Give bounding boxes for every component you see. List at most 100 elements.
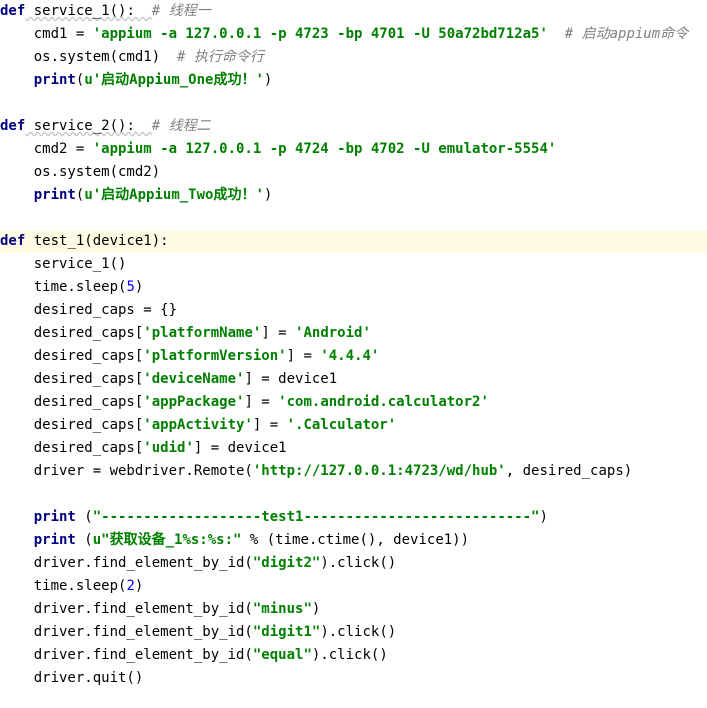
code-token: 'platformVersion' xyxy=(143,348,287,364)
code-line[interactable]: def service_1(): # 线程一 xyxy=(0,0,707,23)
code-token: "digit2" xyxy=(252,555,321,571)
code-token: print xyxy=(33,187,76,203)
code-token: def xyxy=(0,233,26,249)
code-token: time.sleep( xyxy=(0,578,127,594)
code-token: cmd1 = xyxy=(0,26,93,42)
code-token: service_2(): xyxy=(25,118,152,134)
code-token: desired_caps[ xyxy=(0,371,144,387)
code-token: def xyxy=(0,118,26,134)
code-token: print xyxy=(33,532,76,548)
code-line[interactable]: desired_caps['platformVersion'] = '4.4.4… xyxy=(0,345,707,368)
code-token: service_1() xyxy=(0,256,127,272)
code-token: # 执行命令行 xyxy=(177,49,264,65)
code-line[interactable]: print (u"获取设备_1%s:%s:" % (time.ctime(), … xyxy=(0,529,707,552)
code-editor[interactable]: def service_1(): # 线程一 cmd1 = 'appium -a… xyxy=(0,0,707,708)
code-token: 'http://127.0.0.1:4723/wd/hub' xyxy=(252,463,506,479)
code-token: ] = xyxy=(286,348,321,364)
code-token: driver.find_element_by_id( xyxy=(0,555,253,571)
code-line[interactable]: print ("-------------------test1--------… xyxy=(0,506,707,529)
code-line[interactable] xyxy=(0,92,707,115)
code-token: ) xyxy=(134,578,144,594)
code-line[interactable]: print(u'启动Appium_Two成功！') xyxy=(0,184,707,207)
code-token: "-------------------test1---------------… xyxy=(92,509,540,525)
code-token: ).click() xyxy=(320,624,397,640)
code-token: "digit1" xyxy=(252,624,321,640)
code-line[interactable]: time.sleep(2) xyxy=(0,575,707,598)
code-token: driver.find_element_by_id( xyxy=(0,647,253,663)
code-line[interactable]: driver = webdriver.Remote('http://127.0.… xyxy=(0,460,707,483)
code-token: desired_caps[ xyxy=(0,440,144,456)
code-line[interactable]: driver.find_element_by_id("equal").click… xyxy=(0,644,707,667)
code-token: ) xyxy=(263,187,273,203)
code-token: "minus" xyxy=(252,601,312,617)
code-token: '.Calculator' xyxy=(286,417,397,433)
code-token: 'appActivity' xyxy=(143,417,253,433)
code-token: 'platformName' xyxy=(143,325,262,341)
code-line[interactable]: os.system(cmd1) # 执行命令行 xyxy=(0,46,707,69)
code-token: ) xyxy=(311,601,321,617)
code-line[interactable]: desired_caps['udid'] = device1 xyxy=(0,437,707,460)
code-line[interactable]: cmd2 = 'appium -a 127.0.0.1 -p 4724 -bp … xyxy=(0,138,707,161)
code-token: u"获取设备_1%s:%s:" xyxy=(92,532,242,548)
code-token: ( xyxy=(75,532,93,548)
code-token: u'启动Appium_Two成功！' xyxy=(84,187,264,203)
code-token: ] = xyxy=(244,394,279,410)
code-token: print xyxy=(33,72,76,88)
code-token: 2 xyxy=(126,578,135,594)
code-line[interactable]: desired_caps['deviceName'] = device1 xyxy=(0,368,707,391)
code-token: % (time.ctime(), device1)) xyxy=(241,532,470,548)
code-line[interactable]: driver.find_element_by_id("minus") xyxy=(0,598,707,621)
code-token: driver = webdriver.Remote( xyxy=(0,463,253,479)
code-token: cmd2 = xyxy=(0,141,93,157)
code-line[interactable]: driver.find_element_by_id("digit2").clic… xyxy=(0,552,707,575)
code-token: ) xyxy=(539,509,548,525)
code-token: 'udid' xyxy=(143,440,194,456)
code-line[interactable]: time.sleep(5) xyxy=(0,276,707,299)
code-token: 5 xyxy=(126,279,135,295)
code-token: u'启动Appium_One成功！' xyxy=(84,72,264,88)
code-token: desired_caps[ xyxy=(0,348,144,364)
code-token: print xyxy=(33,509,76,525)
code-line[interactable]: service_1() xyxy=(0,253,707,276)
code-token: ] = device1 xyxy=(193,440,287,456)
code-line[interactable]: def service_2(): # 线程二 xyxy=(0,115,707,138)
code-line[interactable]: def test_1(device1): xyxy=(0,230,707,253)
code-token: ) xyxy=(263,72,273,88)
code-token: desired_caps = {} xyxy=(0,302,178,318)
code-token: driver.find_element_by_id( xyxy=(0,624,253,640)
code-token: "equal" xyxy=(252,647,312,663)
code-token: time.sleep( xyxy=(0,279,127,295)
code-token: test_1(device1): xyxy=(25,233,169,249)
code-token: desired_caps[ xyxy=(0,394,144,410)
code-line[interactable]: driver.find_element_by_id("digit1").clic… xyxy=(0,621,707,644)
code-line[interactable]: os.system(cmd2) xyxy=(0,161,707,184)
code-token: ) xyxy=(134,279,144,295)
code-line[interactable]: desired_caps['platformName'] = 'Android' xyxy=(0,322,707,345)
code-token: ] = xyxy=(252,417,287,433)
code-token: # 线程一 xyxy=(151,3,211,19)
code-line[interactable]: driver.quit() xyxy=(0,667,707,690)
code-line[interactable] xyxy=(0,483,707,506)
code-line[interactable]: desired_caps = {} xyxy=(0,299,707,322)
code-token: 'appPackage' xyxy=(143,394,245,410)
code-line[interactable]: cmd1 = 'appium -a 127.0.0.1 -p 4723 -bp … xyxy=(0,23,707,46)
code-token: 'appium -a 127.0.0.1 -p 4724 -bp 4702 -U… xyxy=(92,141,557,157)
code-line[interactable] xyxy=(0,207,707,230)
code-token: # 启动appium命令 xyxy=(564,26,689,42)
code-token: ).click() xyxy=(320,555,397,571)
code-token: ).click() xyxy=(311,647,388,663)
code-token: def xyxy=(0,3,26,19)
code-token: ( xyxy=(75,509,93,525)
code-token: os.system(cmd2) xyxy=(0,164,161,180)
code-token: , desired_caps) xyxy=(505,463,633,479)
code-token: driver.find_element_by_id( xyxy=(0,601,253,617)
code-token: driver.quit() xyxy=(0,670,144,686)
code-token: 'appium -a 127.0.0.1 -p 4723 -bp 4701 -U… xyxy=(92,26,548,42)
code-line[interactable]: desired_caps['appActivity'] = '.Calculat… xyxy=(0,414,707,437)
code-line[interactable]: desired_caps['appPackage'] = 'com.androi… xyxy=(0,391,707,414)
code-token: ] = device1 xyxy=(244,371,338,387)
code-line[interactable]: print(u'启动Appium_One成功！') xyxy=(0,69,707,92)
